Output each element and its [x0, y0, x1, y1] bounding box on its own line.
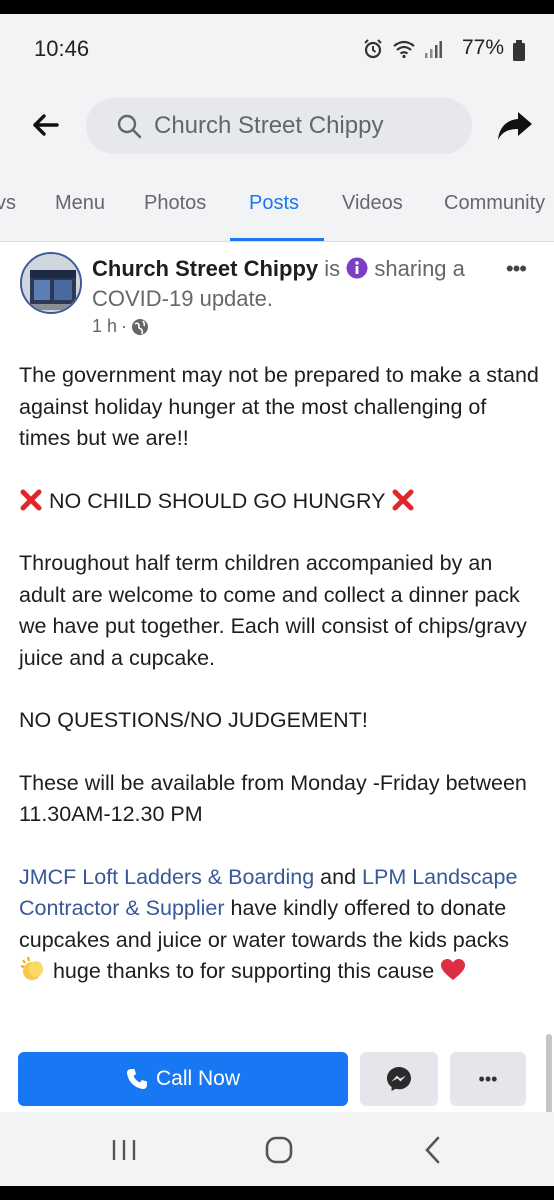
messenger-icon	[387, 1067, 411, 1091]
battery-icon	[513, 40, 525, 61]
scrollbar[interactable]	[546, 1034, 552, 1124]
post-options-icon[interactable]: •••	[506, 256, 527, 282]
search-header	[0, 84, 554, 164]
page-tabs: vs Menu Photos Posts Videos Community	[0, 164, 554, 242]
status-time: 10:46	[34, 36, 90, 61]
tab-community[interactable]: Community	[444, 192, 545, 215]
recent-apps-icon[interactable]	[106, 1132, 142, 1168]
cross-mark-icon	[20, 489, 42, 510]
post-verb: is	[318, 256, 347, 281]
info-icon	[346, 257, 368, 279]
home-icon[interactable]	[261, 1132, 297, 1168]
call-now-label: Call Now	[155, 1067, 241, 1090]
system-nav-bar	[0, 1112, 554, 1186]
post-paragraph: The government may not be prepared to ma…	[19, 363, 539, 450]
call-now-button[interactable]: Call Now	[18, 1052, 348, 1106]
active-tab-indicator	[230, 238, 324, 241]
back-icon[interactable]	[416, 1132, 452, 1168]
signal-icon	[425, 41, 442, 58]
wifi-icon	[393, 40, 415, 59]
heart-icon	[441, 959, 466, 980]
back-arrow-icon[interactable]	[30, 110, 60, 140]
search-bar[interactable]	[86, 98, 472, 154]
post-body: The government may not be prepared to ma…	[19, 360, 539, 1019]
shopfront-image	[22, 254, 80, 312]
meta-separator: ·	[121, 316, 128, 336]
status-bar: 10:46 77%	[0, 14, 554, 84]
thanks-text-b: huge thanks to for supporting this cause	[47, 959, 441, 983]
share-icon[interactable]	[496, 110, 534, 142]
post-paragraph: NO QUESTIONS/NO JUDGEMENT!	[19, 708, 368, 732]
app-screen: 10:46 77% vs Menu Photos Posts Videos Co…	[0, 14, 554, 1186]
battery-percent: 77%	[461, 36, 504, 59]
post-author-line: Church Street Chippy is sharing a COVID-…	[92, 254, 482, 314]
alarm-icon	[364, 39, 382, 59]
tab-videos[interactable]: Videos	[342, 192, 403, 215]
tab-posts[interactable]: Posts	[249, 192, 299, 215]
headline-text: NO CHILD SHOULD GO HUNGRY	[48, 488, 386, 513]
post-time[interactable]: 1 h	[92, 316, 117, 337]
and-text: and	[314, 864, 363, 889]
phone-icon	[126, 1069, 147, 1089]
post-meta: 1 h ·	[92, 316, 149, 337]
cross-mark-icon	[392, 489, 414, 510]
more-options-button[interactable]: •••	[450, 1052, 526, 1106]
search-icon	[117, 114, 142, 139]
post-paragraph: These will be available from Monday -Fri…	[19, 770, 527, 827]
avatar[interactable]	[20, 252, 82, 314]
tab-photos[interactable]: Photos	[144, 192, 206, 215]
status-icons	[362, 38, 442, 60]
search-input[interactable]	[154, 112, 434, 140]
post-paragraph-thanks: JMCF Loft Ladders & Boarding and LPM Lan…	[19, 862, 539, 988]
post-headline: NO CHILD SHOULD GO HUNGRY	[19, 486, 539, 518]
messenger-button[interactable]	[360, 1052, 438, 1106]
globe-icon	[132, 318, 149, 335]
tab-reviews[interactable]: vs	[0, 192, 16, 215]
post-paragraph: Throughout half term children accompanie…	[19, 551, 527, 670]
page-name-link[interactable]: Church Street Chippy	[92, 256, 318, 281]
post-header: Church Street Chippy is sharing a COVID-…	[0, 242, 554, 352]
tab-menu[interactable]: Menu	[55, 192, 105, 215]
clapping-hands-icon	[20, 956, 43, 980]
mention-jmcf-link[interactable]: JMCF Loft Ladders & Boarding	[19, 865, 314, 889]
